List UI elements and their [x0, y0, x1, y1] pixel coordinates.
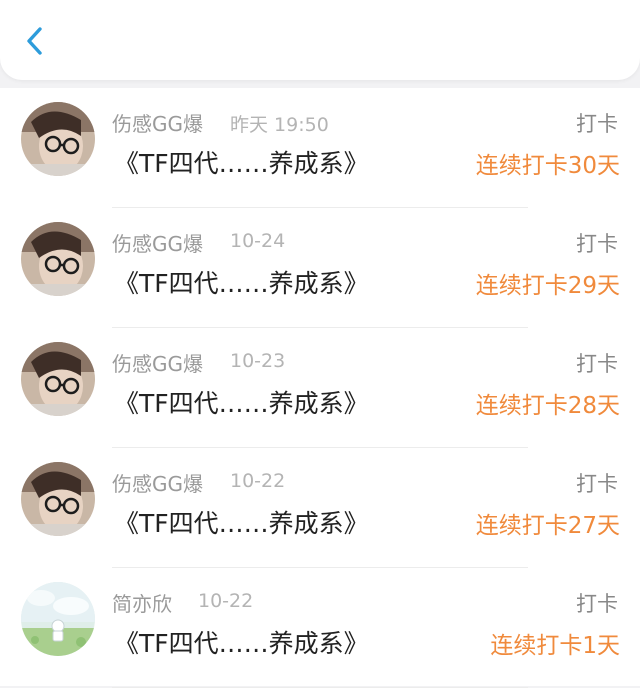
book-title[interactable]: 《TF四代……养成系》 [114, 384, 369, 420]
avatar[interactable] [21, 462, 95, 536]
list-item[interactable]: 伤感GG爆 10-24 打卡 《TF四代……养成系》 连续打卡29天 [0, 208, 640, 328]
record-type: 打卡 [576, 352, 618, 376]
list-item[interactable]: 简亦欣 10-22 打卡 《TF四代……养成系》 连续打卡1天 [0, 568, 640, 688]
timestamp: 昨天 19:50 [230, 114, 329, 136]
book-title[interactable]: 《TF四代……养成系》 [114, 144, 369, 180]
user-name[interactable]: 简亦欣 [112, 588, 172, 617]
user-name[interactable]: 伤感GG爆 [112, 348, 203, 377]
book-title[interactable]: 《TF四代……养成系》 [114, 504, 369, 540]
top-bar [0, 0, 640, 80]
list-item[interactable]: 伤感GG爆 10-22 打卡 《TF四代……养成系》 连续打卡27天 [0, 448, 640, 568]
avatar-image [21, 342, 95, 416]
record-type: 打卡 [576, 472, 618, 496]
user-name[interactable]: 伤感GG爆 [112, 468, 203, 497]
record-type: 打卡 [576, 232, 618, 256]
avatar-image [21, 102, 95, 176]
avatar[interactable] [21, 102, 95, 176]
streak-count: 连续打卡29天 [475, 273, 620, 299]
checkin-list: 伤感GG爆 昨天 19:50 打卡 《TF四代……养成系》 连续打卡30天 伤感… [0, 88, 640, 688]
streak-count: 连续打卡30天 [475, 153, 620, 179]
timestamp: 10-22 [230, 470, 286, 492]
timestamp: 10-23 [230, 350, 286, 372]
avatar[interactable] [21, 582, 95, 656]
book-title[interactable]: 《TF四代……养成系》 [114, 624, 369, 660]
timestamp: 10-24 [230, 230, 286, 252]
list-item[interactable]: 伤感GG爆 昨天 19:50 打卡 《TF四代……养成系》 连续打卡30天 [0, 88, 640, 208]
avatar-image [21, 222, 95, 296]
user-name[interactable]: 伤感GG爆 [112, 228, 203, 257]
list-item[interactable]: 伤感GG爆 10-23 打卡 《TF四代……养成系》 连续打卡28天 [0, 328, 640, 448]
avatar[interactable] [21, 342, 95, 416]
timestamp: 10-22 [198, 590, 254, 612]
avatar-image [21, 462, 95, 536]
streak-count: 连续打卡28天 [475, 393, 620, 419]
record-type: 打卡 [576, 592, 618, 616]
streak-count: 连续打卡27天 [475, 513, 620, 539]
record-type: 打卡 [576, 112, 618, 136]
user-name[interactable]: 伤感GG爆 [112, 108, 203, 137]
streak-count: 连续打卡1天 [490, 633, 620, 659]
book-title[interactable]: 《TF四代……养成系》 [114, 264, 369, 300]
avatar[interactable] [21, 222, 95, 296]
chevron-left-icon [27, 27, 42, 55]
avatar-image [21, 582, 95, 656]
back-button[interactable] [16, 22, 52, 58]
